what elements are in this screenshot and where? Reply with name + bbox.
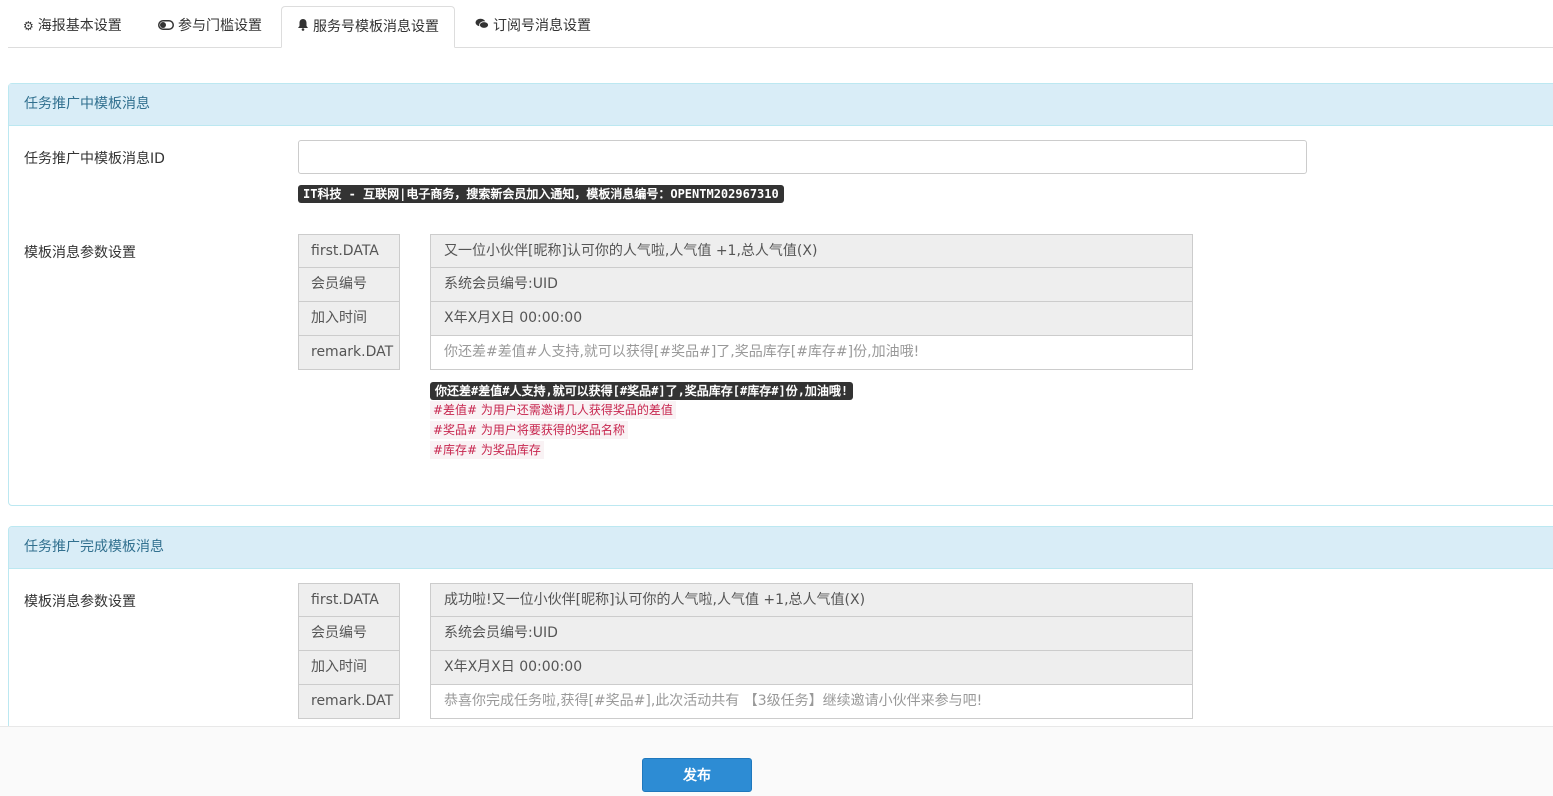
remark-input[interactable]: 恭喜你完成任务啦,获得[#奖品#],此次活动共有 【3级任务】继续邀请小伙伴来参… (430, 685, 1193, 719)
param-key: 加入时间 (298, 651, 400, 685)
tab-label: 服务号模板消息设置 (313, 19, 439, 35)
param-key: 会员编号 (298, 617, 400, 651)
comments-icon (475, 6, 489, 47)
params-label: 模板消息参数设置 (24, 245, 136, 261)
hint-stock: #库存# 为奖品库存 (430, 441, 544, 459)
param-value: 又一位小伙伴[昵称]认可你的人气啦,人气值 +1,总人气值(X) (430, 234, 1193, 268)
param-value: 成功啦!又一位小伙伴[昵称]认可你的人气啦,人气值 +1,总人气值(X) (430, 583, 1193, 617)
publish-button[interactable]: 发布 (642, 758, 752, 792)
param-value: X年X月X日 00:00:00 (430, 651, 1193, 685)
panel-in-progress-template: 任务推广中模板消息 任务推广中模板消息ID IT科技 - 互联网|电子商务，搜索… (8, 83, 1553, 506)
panel-heading: 任务推广完成模板消息 (9, 527, 1553, 569)
settings-tabs: ⚙ 海报基本设置 参与门槛设置 服务号模板消息设置 订阅号消息设置 (8, 6, 1553, 48)
param-value: X年X月X日 00:00:00 (430, 302, 1193, 336)
param-value: 系统会员编号:UID (430, 268, 1193, 302)
param-key: 加入时间 (298, 302, 400, 336)
hint-diff: #差值# 为用户还需邀请几人获得奖品的差值 (430, 401, 676, 419)
footer-bar: 发布 (0, 726, 1553, 796)
param-value: 系统会员编号:UID (430, 617, 1193, 651)
param-key: first.DATA (298, 583, 400, 617)
bell-icon (297, 7, 309, 48)
tab-label: 海报基本设置 (37, 18, 122, 34)
param-key: remark.DAT (298, 336, 400, 370)
param-key: 会员编号 (298, 268, 400, 302)
tab-threshold[interactable]: 参与门槛设置 (143, 6, 277, 47)
tab-service-template[interactable]: 服务号模板消息设置 (281, 6, 455, 48)
tab-poster-basic[interactable]: ⚙ 海报基本设置 (8, 6, 137, 47)
tab-label: 订阅号消息设置 (493, 18, 591, 34)
remark-preview-badge: 你还差#差值#人支持,就可以获得[#奖品#]了,奖品库存[#库存#]份,加油哦! (430, 382, 854, 400)
hint-prize: #奖品# 为用户将要获得的奖品名称 (430, 421, 628, 439)
template-id-label: 任务推广中模板消息ID (24, 151, 165, 167)
page: ⚙ 海报基本设置 参与门槛设置 服务号模板消息设置 订阅号消息设置 任务推广中模板… (0, 0, 1553, 796)
template-hint-badge: IT科技 - 互联网|电子商务，搜索新会员加入通知，模板消息编号：OPENTM2… (298, 185, 784, 203)
params-label: 模板消息参数设置 (24, 594, 136, 610)
tab-subscription[interactable]: 订阅号消息设置 (460, 6, 606, 47)
param-key: first.DATA (298, 234, 400, 268)
panel-heading: 任务推广中模板消息 (9, 84, 1553, 126)
param-key: remark.DAT (298, 685, 400, 719)
tab-label: 参与门槛设置 (178, 18, 262, 34)
panel-completed-template: 任务推广完成模板消息 模板消息参数设置 first.DATA 成功啦!又一位小伙… (8, 526, 1553, 736)
remark-input[interactable]: 你还差#差值#人支持,就可以获得[#奖品#]了,奖品库存[#库存#]份,加油哦! (430, 336, 1193, 370)
template-id-input[interactable] (298, 140, 1307, 174)
toggle-icon (158, 6, 174, 47)
gear-icon: ⚙ (23, 19, 34, 33)
